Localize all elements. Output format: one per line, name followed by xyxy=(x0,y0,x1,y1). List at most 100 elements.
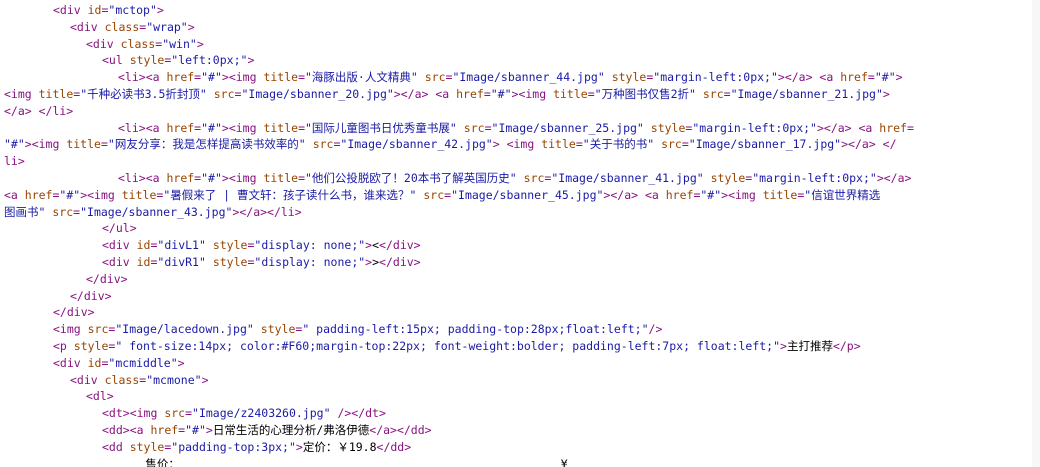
code-token: src xyxy=(312,137,334,152)
code-token: "win" xyxy=(162,36,197,51)
code-token: ></a> </ xyxy=(841,137,897,152)
code-token: = xyxy=(587,87,595,101)
code-token: class xyxy=(104,372,140,387)
code-token: = xyxy=(681,137,689,152)
code-token: class xyxy=(104,19,140,34)
code-token: </div> xyxy=(70,288,112,303)
code-token: "#" xyxy=(490,87,512,101)
code-token: = xyxy=(298,171,305,185)
code-token: 定价：￥19.8 xyxy=(302,439,377,454)
code-token: = xyxy=(575,137,583,152)
code-token: <dt><img xyxy=(102,406,165,421)
code-token: = xyxy=(100,137,108,152)
code-line: <li><a href="#"><img title="海豚出版·人文精典" s… xyxy=(0,69,903,86)
code-line: <dd><a href="#">日常生活的心理分析/弗洛伊德</a></dd> xyxy=(0,422,432,439)
code-line: <div id="divL1" style="display: none;"><… xyxy=(0,237,421,254)
code-token: > xyxy=(196,36,204,51)
code-token: "mctop" xyxy=(108,3,157,17)
code-token: title xyxy=(38,87,74,101)
code-token: </div> xyxy=(86,271,128,286)
code-token: title xyxy=(263,70,299,85)
code-token: id xyxy=(136,255,151,269)
code-token: href xyxy=(166,171,195,185)
code-token: = xyxy=(484,120,492,135)
code-token: style xyxy=(611,70,647,85)
code-line: 图画书" src="Image/sbanner_43.jpg"></a></li… xyxy=(0,204,302,221)
code-token: </a></dd> xyxy=(369,423,432,437)
code-token: "Image/sbanner_42.jpg" xyxy=(340,137,493,152)
code-token: <dd xyxy=(102,439,130,454)
code-token: > xyxy=(205,423,213,437)
code-token: <div xyxy=(53,3,88,17)
code-token: </div> xyxy=(53,305,95,320)
code-token: > xyxy=(156,3,164,17)
code-token: <div xyxy=(86,36,121,51)
code-token: href xyxy=(840,70,868,85)
code-token: ><img xyxy=(221,171,264,185)
code-token: "#" xyxy=(4,137,25,152)
code-line: <dl> xyxy=(0,388,114,405)
code-token: "margin-left:0px;" xyxy=(752,171,877,185)
code-token: href xyxy=(456,87,484,101)
code-token: "Image/sbanner_20.jpg" xyxy=(241,87,394,101)
code-token: </ul> xyxy=(102,221,137,236)
code-token: > xyxy=(882,87,890,101)
code-token: ></a> <a xyxy=(393,87,457,101)
code-token: = xyxy=(185,406,193,421)
code-token: <li><a xyxy=(118,120,167,135)
code-token: </div> xyxy=(379,255,421,269)
code-token: "Image/sbanner_44.jpg" xyxy=(452,70,605,85)
code-token: <div xyxy=(53,355,88,370)
code-token: </dd> xyxy=(376,439,412,454)
code-token: </a> </li> xyxy=(4,103,74,118)
code-token: = xyxy=(906,120,914,135)
code-token: style xyxy=(260,322,296,337)
code-token: "wrap" xyxy=(146,19,188,34)
code-token: "暑假来了 | 曹文轩：孩子读什么书，谁来选？" xyxy=(163,187,417,202)
code-token: href xyxy=(150,423,179,437)
code-token: href xyxy=(879,120,907,135)
code-line: <dd style="padding-top:3px;">定价：￥19.8</d… xyxy=(0,439,411,456)
code-token: "Image/sbanner_41.jpg" xyxy=(551,171,704,185)
code-token: ><img xyxy=(221,120,264,135)
code-token: "padding-top:3px;" xyxy=(171,439,296,454)
code-line: </div> xyxy=(0,304,95,321)
code-token: id xyxy=(136,238,151,253)
code-token: > xyxy=(895,70,903,85)
code-token: title xyxy=(66,137,101,152)
code-token: href xyxy=(24,187,53,202)
code-token: src xyxy=(213,87,235,101)
code-token: "Image/sbanner_21.jpg" xyxy=(730,87,883,101)
code-token: <a xyxy=(4,187,25,202)
code-token: ><img xyxy=(221,70,264,85)
code-token: <li><a xyxy=(118,171,167,185)
code-token: id xyxy=(87,3,102,17)
code-token: > xyxy=(201,372,209,387)
code-token: ><img xyxy=(511,87,554,101)
code-line: <p style=" font-size:14px; color:#F60;ma… xyxy=(0,338,861,355)
code-token: "display: none;" xyxy=(254,238,366,253)
code-line: <div id="divR1" style="display: none;">>… xyxy=(0,254,421,271)
code-token: = xyxy=(483,87,491,101)
code-line: <div id="mcmiddle"> xyxy=(0,355,185,372)
vertical-scrollbar[interactable] xyxy=(1032,0,1040,467)
code-token: src xyxy=(87,322,109,337)
code-token: = xyxy=(867,70,875,85)
code-line: </ul> xyxy=(0,220,137,237)
code-token: <dl> xyxy=(86,389,114,404)
code-token: src xyxy=(702,87,724,101)
code-token: "国际儿童图书日优秀童书展" xyxy=(305,120,457,135)
code-token: href xyxy=(166,70,195,85)
code-line: <img src="Image/lacedown.jpg" style=" pa… xyxy=(0,321,662,338)
code-token: title xyxy=(762,187,798,202)
code-token: style xyxy=(129,53,165,68)
code-token: "Image/lacedown.jpg" xyxy=(115,322,254,337)
code-token: = xyxy=(298,120,305,135)
code-token: /> xyxy=(648,322,663,337)
